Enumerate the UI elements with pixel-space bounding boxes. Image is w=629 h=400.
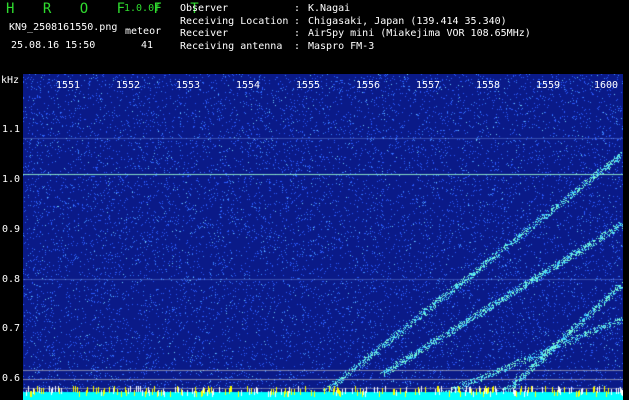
app-version: 1.0.0f [124, 3, 161, 14]
meteor-label: meteor [125, 26, 162, 37]
info-row-observer: Observer: K.Nagai [180, 3, 351, 14]
file-name: KN9_2508161550.png [9, 22, 118, 33]
info-label: Receiving Location [180, 15, 289, 27]
info-label: Observer [180, 3, 229, 14]
info-value: Chigasaki, Japan (139.414 35.340) [308, 15, 507, 27]
y-tick-label: 1.1 [2, 124, 21, 135]
meteor-count: 41 [141, 40, 154, 51]
x-tick-label: 1600 [594, 80, 619, 91]
x-tick-label: 1555 [296, 80, 321, 91]
date-time: 25.08.16 15:50 [11, 40, 96, 51]
y-tick-label: 0.8 [2, 274, 21, 285]
y-tick-label: 1.0 [2, 174, 21, 185]
info-row-receiver: Receiver: AirSpy mini (Miakejima VOR 108.… [180, 28, 531, 39]
info-value: Maspro FM-3 [308, 40, 375, 52]
x-tick-label: 1559 [536, 80, 561, 91]
x-tick-label: 1551 [56, 80, 81, 91]
x-tick-label: 1553 [176, 80, 201, 91]
x-tick-label: 1552 [116, 80, 141, 91]
y-tick-label: 0.9 [2, 224, 21, 235]
info-value: AirSpy mini (Miakejima VOR 108.65MHz) [308, 28, 531, 39]
y-tick-label: 0.7 [2, 323, 21, 334]
app-title: H R O F F T [6, 1, 209, 17]
x-tick-label: 1558 [476, 80, 501, 91]
info-label: Receiver [180, 28, 229, 39]
x-tick-label: 1557 [416, 80, 441, 91]
x-tick-label: 1554 [236, 80, 261, 91]
y-tick-label: 0.6 [2, 373, 21, 384]
info-label: Receiving antenna [180, 40, 283, 52]
spectrogram [23, 74, 623, 400]
x-tick-label: 1556 [356, 80, 381, 91]
y-axis-unit: kHz [1, 75, 20, 86]
info-value: K.Nagai [308, 3, 351, 14]
info-row-antenna: Receiving antenna: Maspro FM-3 [180, 40, 375, 52]
info-row-location: Receiving Location: Chigasaki, Japan (139… [180, 15, 507, 27]
station-info: Observer: K.Nagai Receiving Location: Chig… [180, 3, 531, 53]
spectrogram-canvas [23, 74, 623, 400]
